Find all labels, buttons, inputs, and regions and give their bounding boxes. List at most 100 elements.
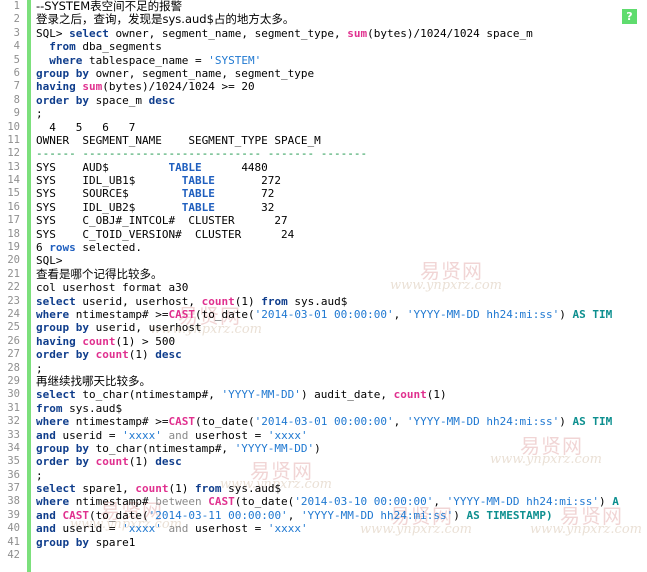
- code-token: 4480: [201, 160, 268, 174]
- code-line[interactable]: having sum(bytes)/1024/1024 >= 20: [36, 80, 647, 93]
- code-token: ntimestamp#: [69, 495, 156, 509]
- code-token: group by: [36, 66, 89, 80]
- code-line[interactable]: ;: [36, 469, 647, 482]
- code-line[interactable]: SQL> select owner, segment_name, segment…: [36, 27, 647, 40]
- line-number: 24: [7, 307, 20, 320]
- code-token: CAST: [208, 495, 235, 509]
- code-token: CAST: [62, 508, 90, 522]
- code-token: AS TIM: [572, 415, 613, 429]
- code-line[interactable]: where ntimestamp# >=CAST(to_date('2014-0…: [36, 415, 647, 428]
- code-token: where: [36, 415, 70, 429]
- code-line[interactable]: and userid = 'xxxx' and userhost = 'xxxx…: [36, 429, 647, 442]
- code-line[interactable]: group by owner, segment_name, segment_ty…: [36, 67, 647, 80]
- code-line[interactable]: where ntimestamp# between CAST(to_date('…: [36, 495, 647, 508]
- line-number: 22: [7, 281, 20, 294]
- code-token: (1): [168, 482, 195, 496]
- code-token: '2014-03-10 00:00:00': [294, 495, 434, 509]
- code-line[interactable]: SQL>: [36, 254, 647, 267]
- line-number: 21: [7, 267, 20, 280]
- code-line[interactable]: [36, 549, 647, 562]
- line-number: 8: [13, 93, 20, 106]
- code-line[interactable]: select userid, userhost, count(1) from s…: [36, 295, 647, 308]
- line-number: 19: [7, 241, 20, 254]
- code-token: ------ --------------------------- -----…: [36, 147, 368, 161]
- code-line[interactable]: order by count(1) desc: [36, 455, 647, 468]
- code-token: ): [314, 441, 321, 455]
- code-token: count: [393, 388, 427, 402]
- code-line[interactable]: ------ --------------------------- -----…: [36, 147, 647, 160]
- code-line[interactable]: col userhost format a30: [36, 281, 647, 294]
- code-line[interactable]: order by count(1) desc: [36, 348, 647, 361]
- line-number: 37: [7, 482, 20, 495]
- code-line[interactable]: --SYSTEM表空间不足的报警: [36, 0, 647, 13]
- code-line[interactable]: SYS AUD$ TABLE 4480: [36, 161, 647, 174]
- code-line[interactable]: group by to_char(ntimestamp#, 'YYYY-MM-D…: [36, 442, 647, 455]
- line-number: 5: [13, 53, 20, 66]
- line-number: 23: [7, 294, 20, 307]
- code-line[interactable]: select to_char(ntimestamp#, 'YYYY-MM-DD'…: [36, 388, 647, 401]
- code-line[interactable]: select spare1, count(1) from sys.aud$: [36, 482, 647, 495]
- code-token: 查看是哪个记得比较多。: [36, 267, 163, 281]
- code-line[interactable]: and userid = 'xxxx' and userhost = 'xxxx…: [36, 522, 647, 535]
- code-token: --SYSTEM表空间不足的报警: [36, 0, 183, 13]
- code-line[interactable]: 查看是哪个记得比较多。: [36, 268, 647, 281]
- code-fold-bar[interactable]: [27, 0, 31, 572]
- code-token: (1): [234, 294, 262, 308]
- code-token: count: [95, 348, 129, 362]
- code-token: userid =: [55, 522, 123, 536]
- code-line[interactable]: where tablespace_name = 'SYSTEM': [36, 54, 647, 67]
- line-number: 1: [13, 0, 20, 12]
- code-line[interactable]: SYS SOURCE$ TABLE 72: [36, 187, 647, 200]
- code-line[interactable]: and CAST(to_date('2014-03-11 00:00:00', …: [36, 509, 647, 522]
- code-line[interactable]: 6 rows selected.: [36, 241, 647, 254]
- code-line[interactable]: 再继续找哪天比较多。: [36, 375, 647, 388]
- code-token: '2014-03-01 00:00:00': [254, 307, 394, 321]
- code-line[interactable]: SYS IDL_UB1$ TABLE 272: [36, 174, 647, 187]
- code-line[interactable]: group by userid, userhost: [36, 321, 647, 334]
- line-number: 34: [7, 441, 20, 454]
- code-token: (1): [128, 348, 156, 362]
- code-line[interactable]: order by space_m desc: [36, 94, 647, 107]
- code-line[interactable]: from dba_segments: [36, 40, 647, 53]
- code-line[interactable]: SYS C_OBJ#_INTCOL# CLUSTER 27: [36, 214, 647, 227]
- code-token: ): [559, 307, 573, 321]
- code-token: and: [168, 428, 189, 442]
- code-token: group by: [36, 535, 89, 549]
- code-line[interactable]: SYS C_TOID_VERSION# CLUSTER 24: [36, 228, 647, 241]
- code-line[interactable]: 4 5 6 7: [36, 121, 647, 134]
- code-token: sys.aud$: [62, 401, 123, 415]
- code-line[interactable]: OWNER SEGMENT_NAME SEGMENT_TYPE SPACE_M: [36, 134, 647, 147]
- line-number: 35: [7, 455, 20, 468]
- code-token: sys.aud$: [287, 294, 348, 308]
- code-token: to_char(ntimestamp#,: [75, 388, 222, 402]
- code-token: CAST: [168, 307, 195, 321]
- code-token: 4 5 6 7: [36, 120, 136, 134]
- code-token: from: [261, 294, 288, 308]
- code-token: sum: [347, 26, 368, 40]
- image-placeholder-badge[interactable]: ?: [622, 9, 637, 24]
- line-number: 31: [7, 401, 20, 414]
- code-line[interactable]: ;: [36, 362, 647, 375]
- code-line[interactable]: having count(1) > 500: [36, 335, 647, 348]
- code-token: 'xxxx': [122, 428, 162, 442]
- code-line[interactable]: from sys.aud$: [36, 402, 647, 415]
- line-number: 10: [7, 120, 20, 133]
- code-editor[interactable]: 易贤网 www.ynpxrz.com 易贤网 www.ynpxrz.com 易贤网 www…: [0, 0, 647, 572]
- code-token: selected.: [75, 241, 142, 255]
- code-token: count: [201, 294, 235, 308]
- code-token: (bytes)/1024/1024 >= 20: [102, 80, 255, 94]
- code-token: sys.aud$: [221, 482, 282, 496]
- code-token: ntimestamp# >=: [69, 307, 169, 321]
- code-line[interactable]: where ntimestamp# >=CAST(to_date('2014-0…: [36, 308, 647, 321]
- code-line[interactable]: ;: [36, 107, 647, 120]
- code-token: between: [155, 495, 202, 509]
- code-content[interactable]: --SYSTEM表空间不足的报警 登录之后，查询，发现是sys.aud$占的地方太…: [36, 0, 647, 562]
- code-token: 72: [214, 187, 275, 201]
- code-line[interactable]: 登录之后，查询，发现是sys.aud$占的地方太多。: [36, 13, 647, 26]
- code-line[interactable]: SYS IDL_UB2$ TABLE 32: [36, 201, 647, 214]
- code-line[interactable]: group by spare1: [36, 536, 647, 549]
- line-number: 7: [13, 80, 20, 93]
